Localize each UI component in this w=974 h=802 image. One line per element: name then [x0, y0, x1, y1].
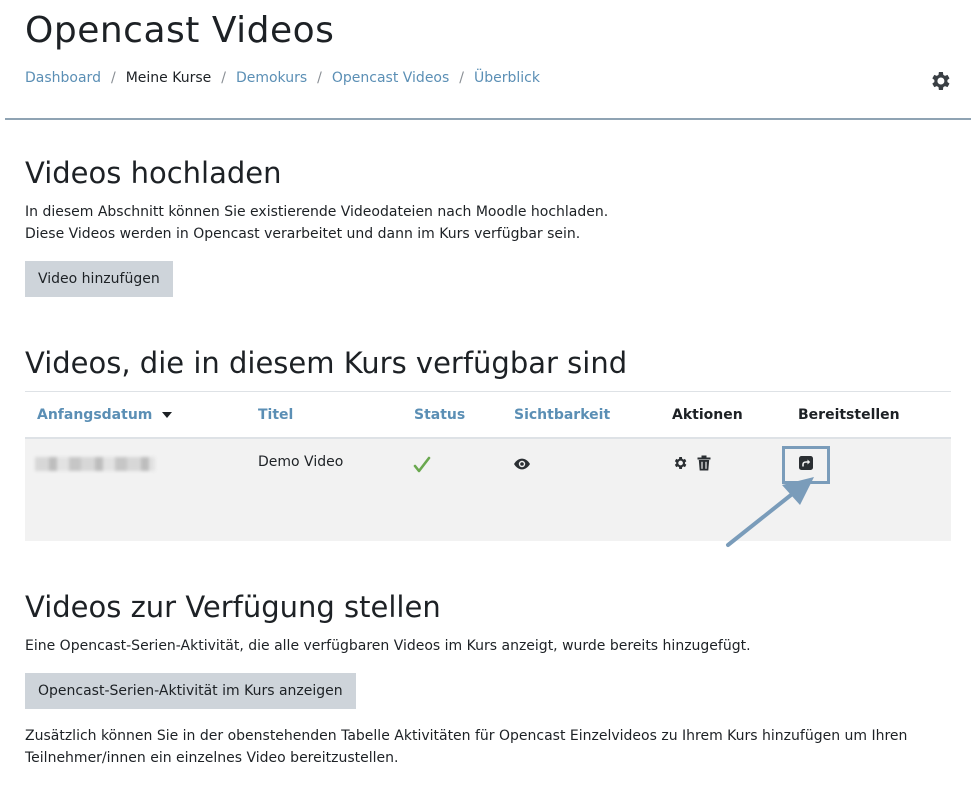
breadcrumb-demokurs[interactable]: Demokurs: [236, 70, 307, 86]
upload-heading: Videos hochladen: [25, 156, 282, 190]
breadcrumb-separator: /: [459, 70, 465, 86]
upload-description-line1: In diesem Abschnitt können Sie existiere…: [25, 204, 609, 220]
column-provide: Bereitstellen: [798, 407, 900, 423]
breadcrumb-dashboard[interactable]: Dashboard: [25, 70, 101, 86]
gear-icon[interactable]: [672, 455, 688, 471]
breadcrumb-ueberblick[interactable]: Überblick: [474, 70, 540, 86]
add-video-button[interactable]: Video hinzufügen: [25, 261, 173, 297]
provide-heading: Videos zur Verfügung stellen: [25, 590, 441, 624]
provide-note-line2: Teilnehmer/innen ein einzelnes Video ber…: [25, 750, 399, 766]
pointer-arrow-annotation: [726, 477, 814, 547]
videos-heading: Videos, die in diesem Kurs verfügbar sin…: [25, 346, 628, 380]
table-header: Anfangsdatum Titel Status Sichtbarkeit A…: [25, 391, 951, 439]
column-visibility[interactable]: Sichtbarkeit: [514, 407, 610, 423]
breadcrumb-opencast-videos[interactable]: Opencast Videos: [332, 70, 449, 86]
table-row: Demo Video: [25, 439, 951, 547]
breadcrumb-separator: /: [221, 70, 226, 86]
upload-description-line2: Diese Videos werden in Opencast verarbei…: [25, 226, 581, 242]
column-status[interactable]: Status: [414, 407, 465, 423]
breadcrumb-separator: /: [110, 70, 116, 86]
eye-icon[interactable]: [513, 457, 531, 471]
column-start-date[interactable]: Anfangsdatum: [37, 407, 173, 423]
blurred-start-date: [35, 457, 155, 471]
breadcrumb-meine-kurse: Meine Kurse: [125, 70, 212, 86]
breadcrumb: Dashboard / Meine Kurse / Demokurs / Ope…: [25, 70, 540, 86]
gear-icon[interactable]: [928, 69, 952, 93]
column-actions: Aktionen: [672, 407, 743, 423]
header-divider: [5, 118, 971, 120]
provide-description: Eine Opencast-Serien-Aktivität, die alle…: [25, 638, 751, 654]
breadcrumb-separator: /: [317, 70, 322, 86]
show-series-activity-button[interactable]: Opencast-Serien-Aktivität im Kurs anzeig…: [25, 673, 356, 709]
trash-icon[interactable]: [697, 455, 711, 471]
provide-note-line1: Zusätzlich können Sie in der obenstehend…: [25, 728, 908, 744]
video-title: Demo Video: [258, 454, 344, 470]
column-start-date-label: Anfangsdatum: [37, 407, 153, 423]
share-icon[interactable]: [799, 456, 813, 470]
check-icon: [413, 456, 431, 473]
page-title: Opencast Videos: [25, 10, 335, 51]
videos-table: Anfangsdatum Titel Status Sichtbarkeit A…: [25, 391, 951, 547]
column-title[interactable]: Titel: [258, 407, 293, 423]
sort-desc-icon: [162, 412, 173, 418]
